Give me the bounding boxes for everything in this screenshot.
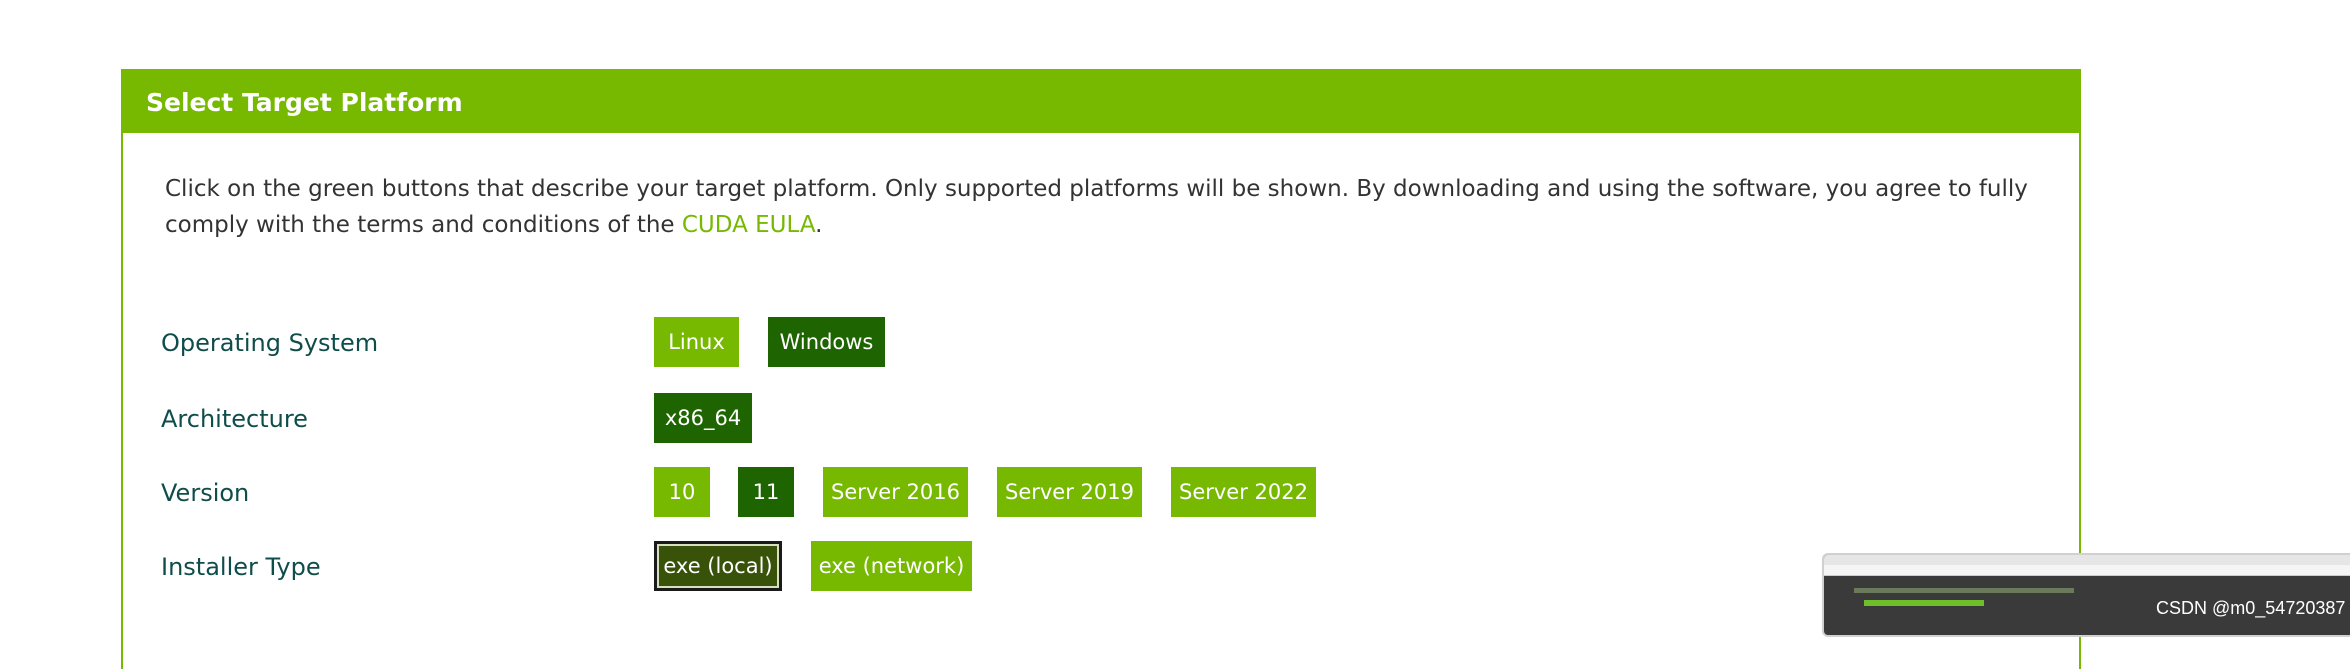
target-platform-panel: Select Target Platform Click on the gree… [121, 69, 2081, 669]
arch-label: Architecture [161, 405, 308, 433]
version-server-2019-button[interactable]: Server 2019 [997, 467, 1142, 517]
thumbnail-address-bar [1824, 565, 2350, 576]
intro-text: Click on the green buttons that describe… [165, 171, 2065, 243]
installer-row: Installer Type exe (local) exe (network) [123, 541, 2079, 591]
version-label: Version [161, 479, 250, 507]
intro-end: . [815, 212, 823, 238]
os-linux-button[interactable]: Linux [654, 317, 739, 367]
os-label: Operating System [161, 329, 379, 357]
thumbnail-green-link [1864, 600, 1984, 606]
version-server-2016-button[interactable]: Server 2016 [823, 467, 968, 517]
installer-exe-network-button[interactable]: exe (network) [811, 541, 972, 591]
version-11-button[interactable]: 11 [738, 467, 794, 517]
thumbnail-tab-strip [1824, 555, 2350, 565]
cuda-eula-link[interactable]: CUDA EULA [682, 212, 815, 238]
installer-exe-local-button[interactable]: exe (local) [654, 541, 782, 591]
thumbnail-text-line [1854, 588, 2074, 593]
version-row: Version 10 11 Server 2016 Server 2019 Se… [123, 467, 2079, 517]
panel-title: Select Target Platform [146, 87, 463, 117]
screenshot-thumbnail [1822, 553, 2350, 637]
csdn-watermark: CSDN @m0_54720387 [2156, 598, 2346, 618]
intro-body: Click on the green buttons that describe… [165, 176, 2028, 238]
os-windows-button[interactable]: Windows [768, 317, 885, 367]
arch-x86-64-button[interactable]: x86_64 [654, 393, 752, 443]
panel-header: Select Target Platform [123, 71, 2079, 133]
arch-row: Architecture x86_64 [123, 393, 2079, 443]
installer-label: Installer Type [161, 553, 321, 581]
os-row: Operating System Linux Windows [123, 317, 2079, 367]
version-10-button[interactable]: 10 [654, 467, 710, 517]
version-server-2022-button[interactable]: Server 2022 [1171, 467, 1316, 517]
